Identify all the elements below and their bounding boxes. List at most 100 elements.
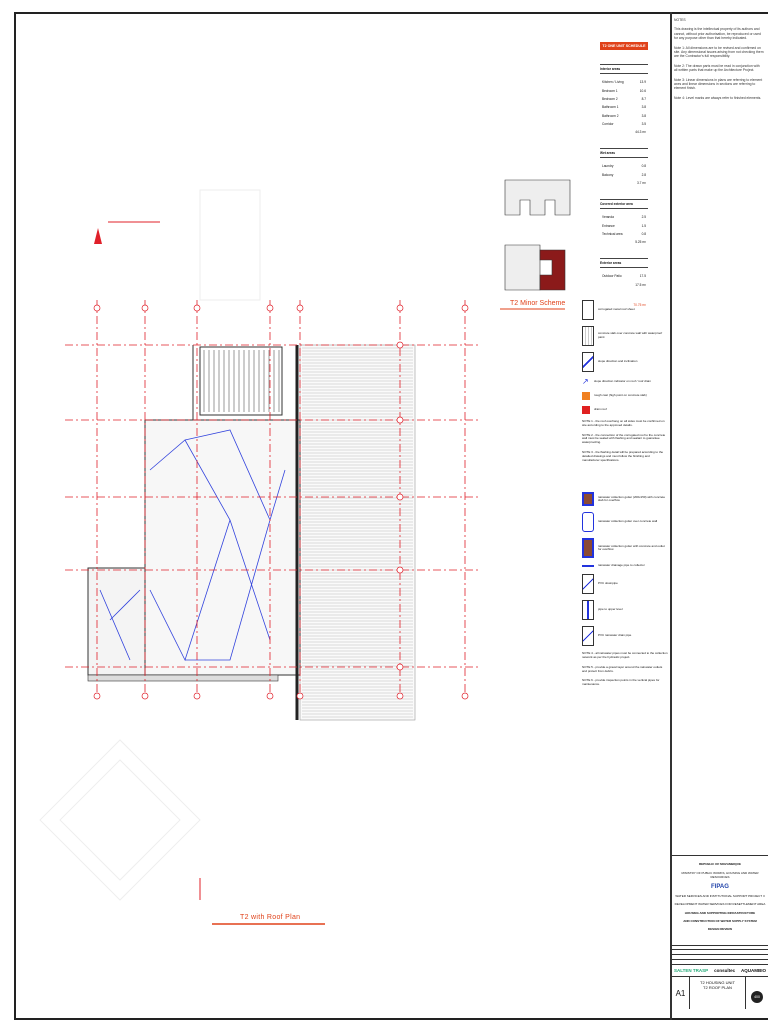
- title-block: REPUBLIC OF MOZAMBIQUE MINISTRY OF PUBLI…: [672, 855, 768, 1020]
- legend-item: concrete slab over concrete wall with wa…: [582, 326, 668, 346]
- drawing-subtitle: T2 ROOF PLAN: [703, 985, 732, 990]
- legend-item: corrugated metal roof sheet: [582, 300, 668, 320]
- schedule-room: Entrance: [602, 223, 615, 228]
- legend-label: PVC rainwater drain pipe: [598, 633, 632, 638]
- note: Note 3: Linear dimensions in plans are r…: [674, 77, 763, 91]
- legend-note: NOTE 6 - provide inspection points in th…: [582, 678, 660, 687]
- drawing-title-cell: T2 HOUSING UNIT T2 ROOF PLAN: [690, 977, 746, 1009]
- grid-bubble: [93, 692, 101, 700]
- sheet-size: A1: [672, 977, 690, 1009]
- grid-bubble: [461, 692, 469, 700]
- gutter-outlet-swatch: [582, 538, 594, 559]
- notes-panel: NOTES This drawing is the intellectual p…: [674, 18, 764, 105]
- schedule-group-total: 3.7 m²: [636, 181, 646, 185]
- schedule-room: Veranda: [602, 215, 614, 220]
- legend-item: rainwater collection gutter over concret…: [582, 512, 668, 533]
- schedule-group-title: Interior areas: [600, 64, 648, 74]
- grid-bubble: [93, 304, 101, 312]
- rough-cast-icon: [582, 392, 590, 400]
- schedule-room: Technical area: [602, 231, 623, 236]
- schedule-row: Veranda 2.5: [600, 213, 648, 221]
- schedule-area: 3.8: [641, 105, 646, 110]
- schedule-row: Laundry 0.8: [600, 162, 648, 170]
- gutter-swatch: [582, 492, 594, 507]
- legend-label: rainwater collection gutter with concret…: [598, 543, 665, 552]
- note: This drawing is the intellectual propert…: [674, 27, 761, 41]
- drain-icon: [582, 406, 590, 414]
- legend-item: rough cast (high point on concrete slab): [582, 392, 668, 400]
- legend-note: NOTE 3 - the flashing detail will be pre…: [582, 449, 664, 462]
- main-slab: [144, 419, 301, 676]
- schedule-row: Corridor 3.5: [600, 120, 648, 128]
- drainage-line-swatch: [582, 565, 594, 568]
- schedule-group: Exterior areas Outdoor Patio 17.5 17.5 m²: [600, 258, 648, 288]
- schedule-area: 0.8: [641, 164, 646, 169]
- schedule-row: Bedroom 2 8.7: [600, 95, 648, 103]
- sheet-number: 400: [751, 991, 763, 1003]
- roof-sheet-swatch: [582, 300, 594, 320]
- grid-bubble: [266, 304, 274, 312]
- schedule-group-total: 5.25 m²: [635, 240, 646, 245]
- schedule-row: Kitchen / Living 13.9: [600, 78, 648, 86]
- legend-label: rainwater collection gutter (200x150) wi…: [598, 494, 666, 503]
- grid-bubble: [193, 692, 201, 700]
- schedule-group-total: 44.3 m²: [635, 130, 646, 135]
- legend-item: rainwater collection gutter (200x150) wi…: [582, 492, 668, 507]
- schedule-title: T2 ONE UNIT SCHEDULE: [600, 42, 648, 50]
- legend-item: slope direction and inclination: [582, 352, 668, 372]
- schedule-room: Balcony: [602, 172, 614, 177]
- tb-subject: AND CONSTRUCTION OF WATER SUPPLY SYSTEM: [683, 919, 757, 923]
- schedule-room: Bedroom 2: [602, 96, 618, 101]
- grid-bubble: [193, 304, 201, 312]
- schedule-group: Interior areas Kitchen / Living 13.9 Bedroo…: [600, 64, 648, 136]
- schedule-area: 3.8: [641, 113, 646, 118]
- grid-bubble: [396, 493, 404, 501]
- schedule-row: Technical area 0.8: [600, 230, 648, 238]
- sheet-number-cell: 400: [746, 977, 768, 1009]
- legend-label: slope direction indicator on roof / roof…: [594, 379, 651, 384]
- tb-project: DEVELOPMENT WATER SERVICES FOR RESETTLEM…: [674, 902, 766, 906]
- legend-label: concrete slab over concrete wall with wa…: [598, 331, 663, 339]
- schedule-row: Bedroom 1 10.6: [600, 86, 648, 94]
- legend-label: rainwater collection gutter over concret…: [598, 519, 658, 524]
- schedule-area: 8.7: [641, 96, 646, 101]
- legend-label: pipe to upper level: [598, 607, 623, 612]
- grid-bubble: [396, 566, 404, 574]
- grid-bubble: [296, 692, 304, 700]
- legend-label: drain roof: [594, 407, 607, 412]
- gutter: [87, 674, 279, 682]
- schedule-room: Bedroom 1: [602, 88, 618, 93]
- grid-bubble: [396, 304, 404, 312]
- schedule-row: Balcony 2.8: [600, 171, 648, 179]
- schedule-group: Wet areas Laundry 0.8 Balcony 2.8 3.7 m²: [600, 148, 648, 187]
- schedule-group-total: 17.5 m²: [635, 282, 646, 287]
- legend-item: PVC downpipe: [582, 574, 668, 595]
- unit-schedule: T2 ONE UNIT SCHEDULE Interior areas Kitch…: [600, 42, 648, 309]
- legend-item: rainwater drainage pipe to collector: [582, 564, 668, 568]
- note: Note 1: All dimensions are to be revised…: [674, 45, 764, 59]
- schedule-group-title: Wet areas: [600, 148, 648, 159]
- slope-icon: [582, 352, 594, 372]
- schedule-row: Outdoor Patio 17.5: [600, 272, 648, 280]
- grid-bubble: [461, 304, 469, 312]
- notes-heading: NOTES: [674, 18, 686, 22]
- grid-bubble: [396, 341, 404, 349]
- schedule-room: Corridor: [602, 122, 614, 127]
- schedule-area: 3.5: [641, 122, 646, 127]
- legend-label: rainwater drainage pipe to collector: [598, 563, 645, 568]
- drawing-info-row: A1 T2 HOUSING UNIT T2 ROOF PLAN 400: [672, 977, 768, 1009]
- schedule-area: 0.8: [641, 231, 646, 236]
- downpipe-icon: [582, 574, 594, 595]
- firm-logo: consultec: [714, 968, 736, 973]
- drain-pipe-icon: [582, 626, 594, 647]
- gutter-wall-swatch: [582, 512, 594, 533]
- legend-item: PVC rainwater drain pipe: [582, 626, 668, 647]
- schedule-group: Covered exterior area Veranda 2.5 Entrance 1…: [600, 199, 648, 246]
- firm-logos: SALTEN TRASP consultec AQUAMBIO: [672, 965, 768, 977]
- upper-pipe-icon: [582, 600, 594, 621]
- legend-label: slope direction and inclination: [598, 359, 638, 364]
- tb-phase: DESIGN REVIEW: [707, 927, 733, 931]
- grid-bubble: [396, 663, 404, 671]
- minor-scheme: [504, 179, 571, 291]
- legend-note: NOTE 5 - provide a gravel layer around t…: [582, 664, 663, 673]
